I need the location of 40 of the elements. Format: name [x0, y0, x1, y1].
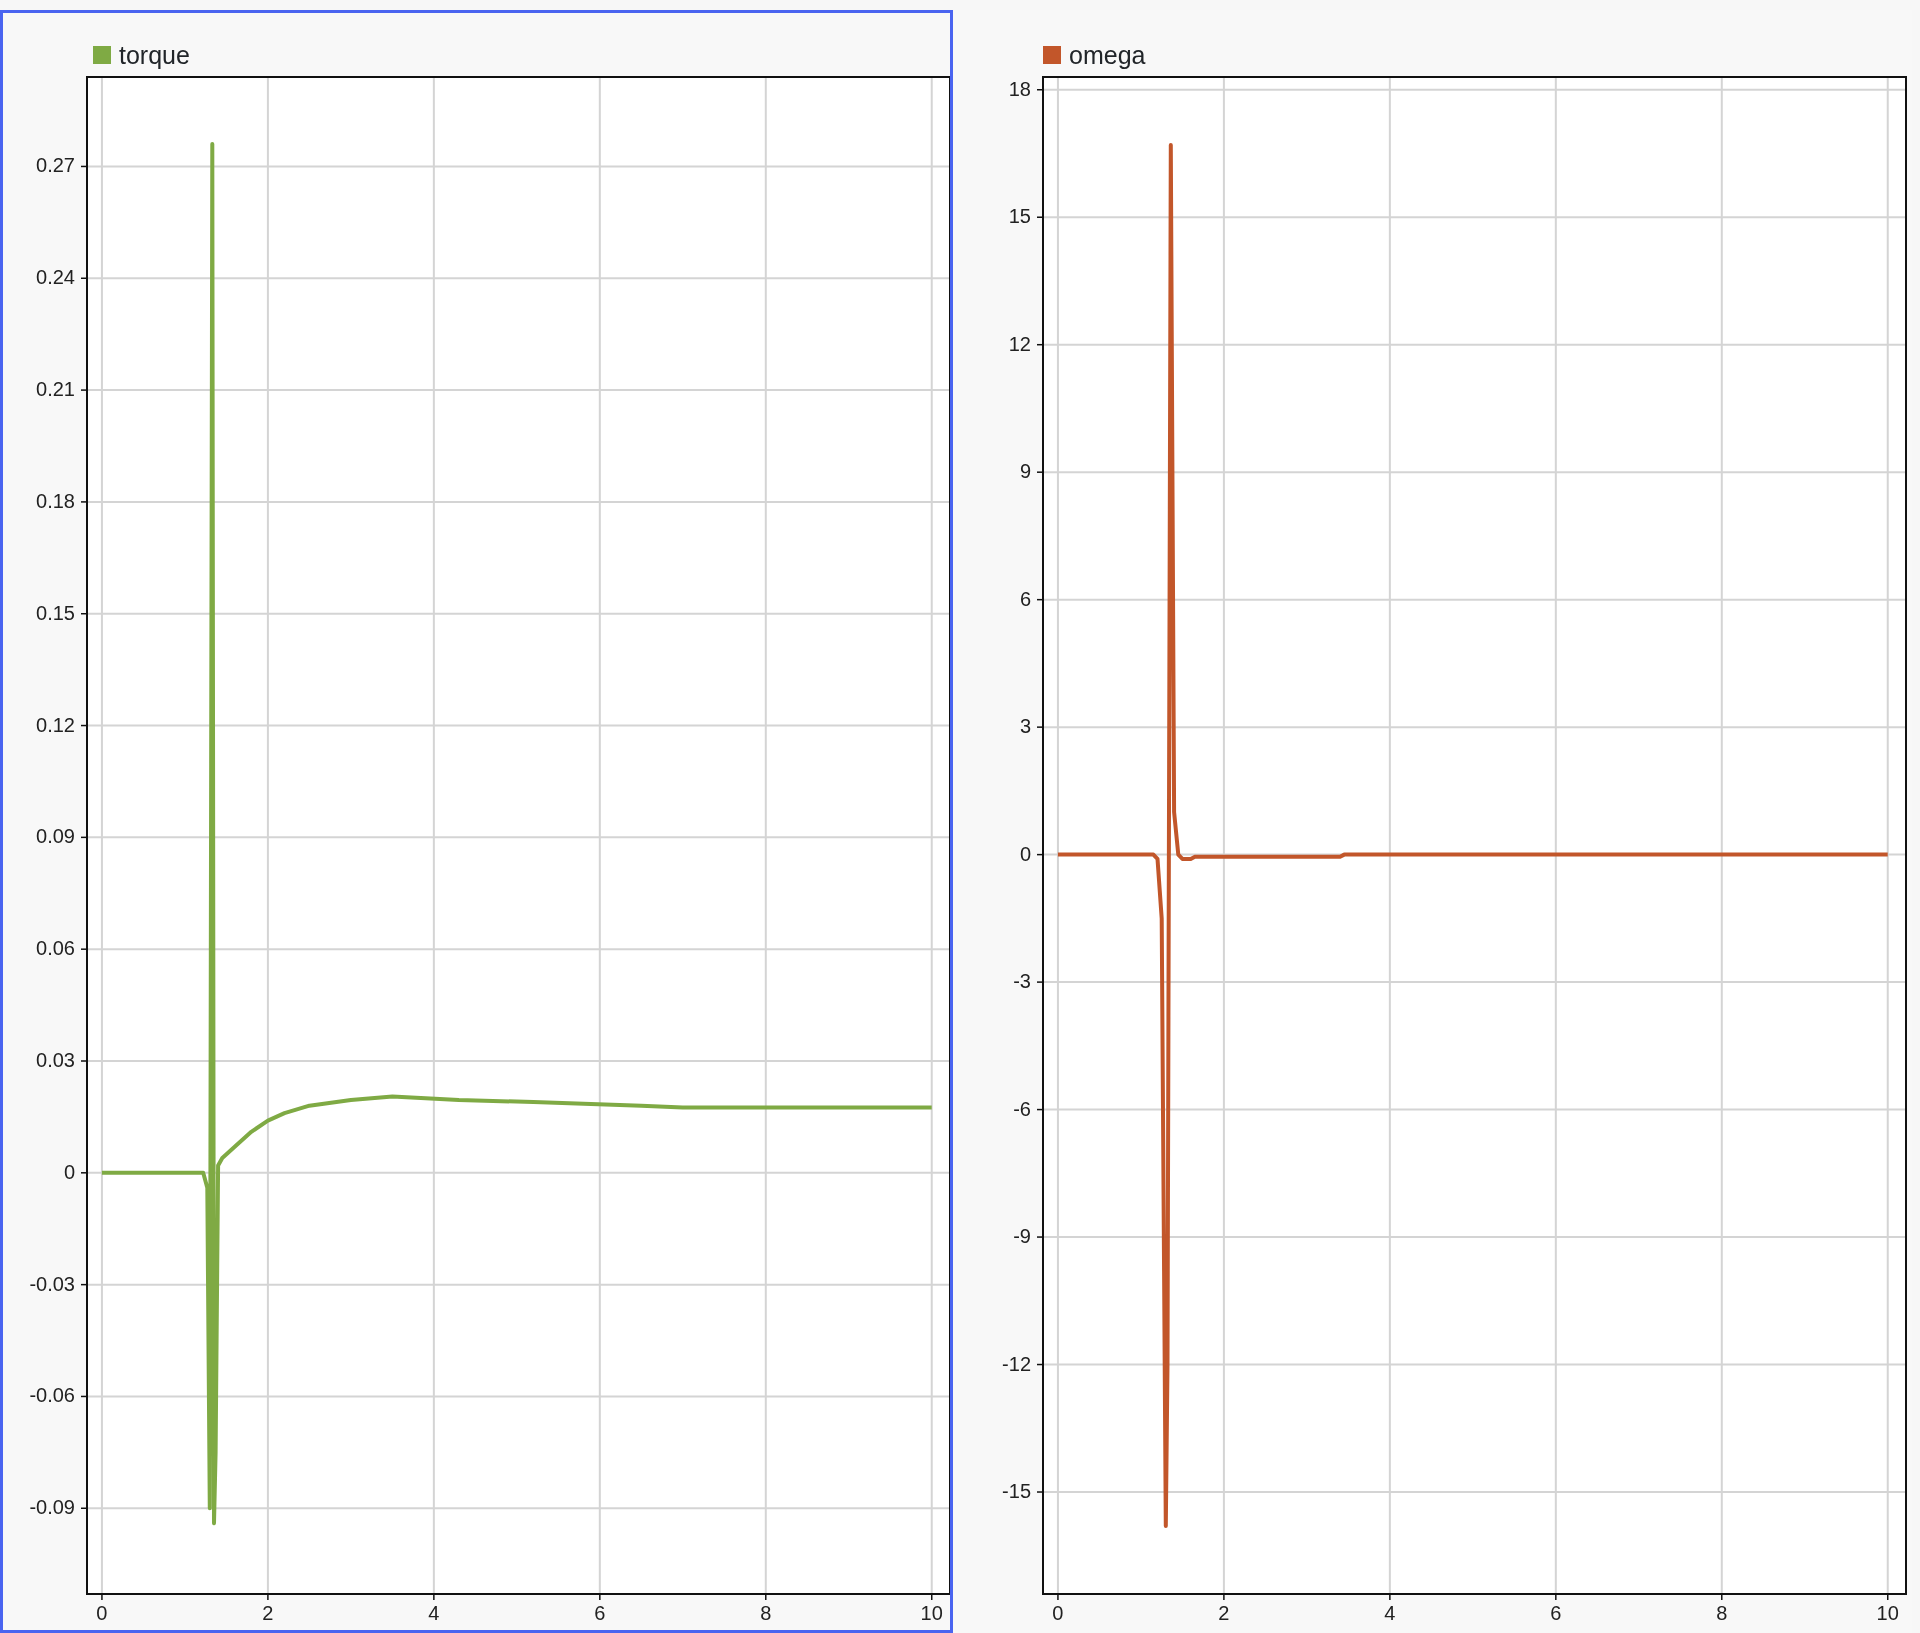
legend-label: omega [1069, 42, 1146, 68]
y-tick-label: -0.09 [29, 1496, 75, 1519]
x-tick-label: 4 [428, 1602, 440, 1624]
y-tick-label: 0.03 [36, 1049, 75, 1071]
y-tick-label: 12 [1008, 332, 1031, 355]
y-tick-label: -6 [1013, 1097, 1031, 1120]
y-tick-label: 3 [1019, 715, 1031, 738]
x-tick-label: 8 [760, 1602, 772, 1624]
x-tick-label: 4 [1384, 1602, 1396, 1624]
y-tick-label: -9 [1013, 1225, 1031, 1248]
y-tick-label: 0.12 [36, 713, 75, 736]
y-tick-label: 15 [1008, 205, 1031, 228]
y-tick-label: -12 [1002, 1352, 1031, 1375]
y-tick-label: 9 [1019, 460, 1031, 483]
x-tick-label: 0 [1052, 1602, 1064, 1624]
x-tick-label: 10 [920, 1602, 943, 1624]
y-tick-label: -15 [1002, 1480, 1031, 1502]
x-tick-label: 6 [1550, 1602, 1562, 1624]
y-tick-label: -0.06 [29, 1384, 75, 1407]
y-tick-label: 0.24 [36, 266, 75, 289]
plot-panel[interactable]: torque 0 2 4 6 8 10 -0.09 -0.06 -0.03 0 0.03 0.06 0.09 0.12 0.15 0.18 0.21 0.24 0.27 [0, 10, 953, 1633]
x-tick-label: 8 [1716, 1602, 1728, 1624]
y-tick-label: 0.06 [36, 937, 75, 960]
y-tick-label: 18 [1008, 77, 1031, 100]
x-tick-label: 0 [96, 1602, 108, 1624]
y-tick-label: 6 [1019, 587, 1031, 610]
x-tick-label: 10 [1876, 1602, 1899, 1624]
y-tick-label: 0.15 [36, 601, 75, 624]
legend-label: torque [119, 42, 190, 68]
y-tick-label: -0.03 [29, 1272, 75, 1295]
y-tick-label: 0.21 [36, 378, 75, 401]
y-tick-label: 0 [63, 1160, 75, 1183]
x-tick-label: 2 [1218, 1602, 1230, 1624]
y-tick-label: -3 [1013, 970, 1031, 993]
x-tick-label: 6 [594, 1602, 606, 1624]
y-tick-label: 0.18 [36, 489, 75, 512]
y-tick-label: 0 [1019, 842, 1031, 865]
x-tick-label: 2 [262, 1602, 274, 1624]
y-tick-label: 0.09 [36, 825, 75, 848]
y-tick-label: 0.27 [36, 154, 75, 177]
